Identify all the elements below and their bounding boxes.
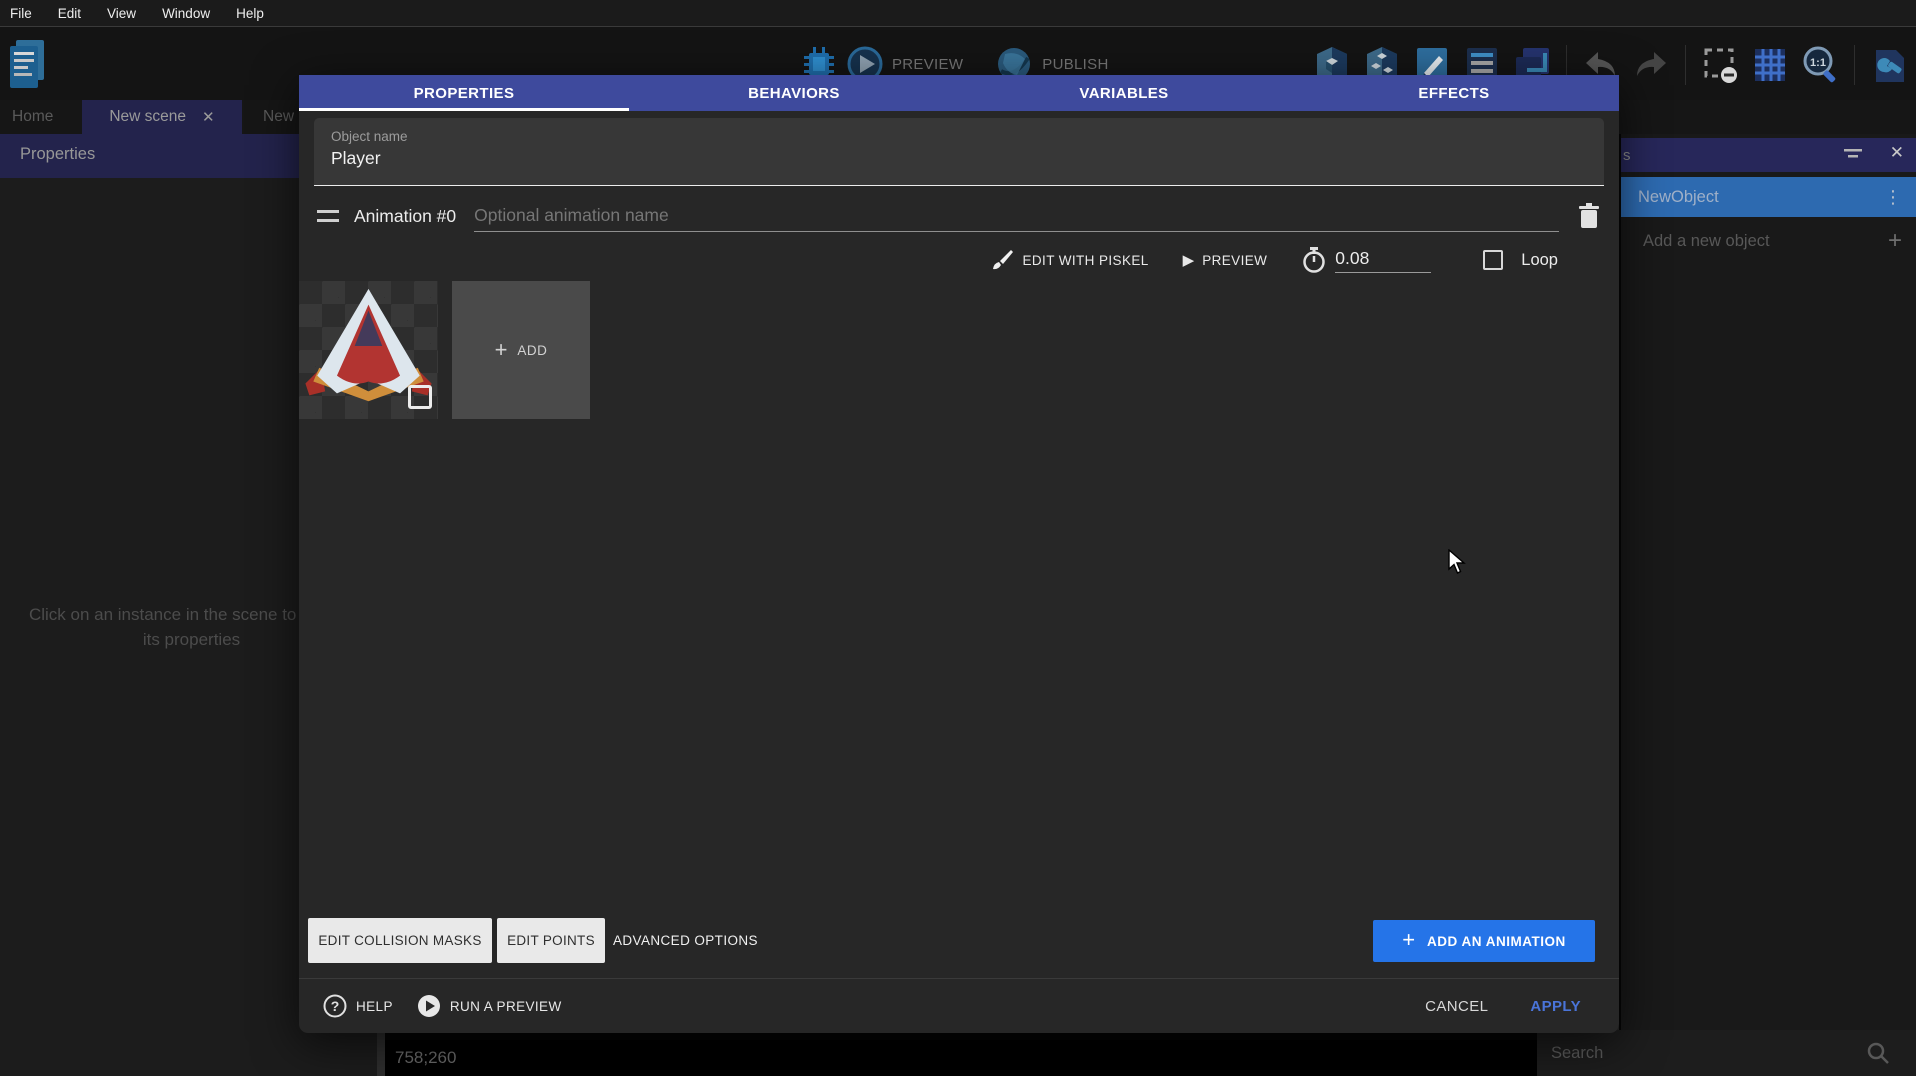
tab-home[interactable]: Home <box>12 100 53 134</box>
filter-icon[interactable] <box>1844 147 1862 163</box>
loop-label: Loop <box>1521 251 1558 270</box>
toolbar-separator <box>1685 45 1686 85</box>
grid-icon[interactable] <box>1751 44 1789 86</box>
mouse-cursor <box>1448 549 1466 575</box>
frame-select-checkbox[interactable] <box>408 385 432 409</box>
animation-name-input[interactable] <box>474 200 1559 232</box>
advanced-options-button[interactable]: ADVANCED OPTIONS <box>613 918 758 963</box>
menu-help[interactable]: Help <box>236 6 264 21</box>
animation-tools-row: EDIT WITH PISKEL ▶ PREVIEW Loop <box>299 238 1558 282</box>
edit-with-piskel-button[interactable]: EDIT WITH PISKEL <box>1022 253 1148 268</box>
cancel-button[interactable]: CANCEL <box>1425 998 1488 1015</box>
toolbar-separator <box>1854 45 1855 85</box>
run-preview-icon <box>417 994 441 1018</box>
menubar: File Edit View Window Help <box>0 0 1916 27</box>
objects-panel-title: s <box>1623 147 1631 164</box>
svg-text:?: ? <box>331 998 340 1014</box>
plus-icon: + <box>1402 927 1415 953</box>
statusbar: 758;260 <box>385 1040 1537 1076</box>
add-frame-label: ADD <box>517 343 547 358</box>
redo-icon[interactable] <box>1632 44 1670 86</box>
brush-icon <box>990 248 1014 272</box>
object-name-field[interactable]: Object name <box>314 118 1604 186</box>
objects-panel: s ✕ NewObject ⋮ Add a new object + <box>1621 134 1916 1076</box>
tab-variables[interactable]: VARIABLES <box>959 75 1289 111</box>
drag-handle-icon[interactable] <box>317 210 339 222</box>
stopwatch-icon <box>1301 246 1327 274</box>
sprite-frame-thumbnail[interactable] <box>299 281 438 419</box>
tab-new-scene-label: New scene <box>109 108 186 126</box>
time-between-frames-input[interactable] <box>1335 248 1431 273</box>
add-an-animation-button[interactable]: + ADD AN ANIMATION <box>1373 920 1595 962</box>
zoom-1-1-icon[interactable]: 1:1 <box>1801 44 1839 86</box>
tab-new-scene[interactable]: New scene ✕ <box>82 100 242 134</box>
add-object-row[interactable]: Add a new object + <box>1621 222 1916 260</box>
add-object-plus-icon[interactable]: + <box>1888 227 1902 255</box>
object-editor-dialog: PROPERTIES BEHAVIORS VARIABLES EFFECTS O… <box>299 75 1619 1033</box>
tab-effects[interactable]: EFFECTS <box>1289 75 1619 111</box>
publish-button[interactable]: PUBLISH <box>1042 56 1108 73</box>
dialog-footer: ? HELP RUN A PREVIEW CANCEL APPLY <box>299 978 1619 1033</box>
project-manager-icon[interactable] <box>8 38 46 90</box>
add-frame-button[interactable]: + ADD <box>452 281 590 419</box>
menu-view[interactable]: View <box>107 6 136 21</box>
menu-window[interactable]: Window <box>162 6 210 21</box>
object-list-item-selected[interactable]: NewObject ⋮ <box>1621 177 1916 217</box>
menu-file[interactable]: File <box>10 6 32 21</box>
objects-panel-header: s ✕ <box>1621 138 1916 172</box>
preview-play-glyph: ▶ <box>1183 251 1195 269</box>
preview-button[interactable]: PREVIEW <box>892 56 963 73</box>
svg-text:1:1: 1:1 <box>1810 57 1826 69</box>
gdevelop-window: File Edit View Window Help <box>0 0 1916 1076</box>
edit-collision-masks-button[interactable]: EDIT COLLISION MASKS <box>308 918 492 963</box>
panel-resize-gutter[interactable] <box>377 1033 385 1076</box>
tab-partial[interactable]: New <box>263 100 294 134</box>
apply-button[interactable]: APPLY <box>1530 998 1581 1015</box>
add-an-animation-label: ADD AN ANIMATION <box>1427 934 1566 949</box>
delete-animation-trash-icon[interactable] <box>1577 202 1601 230</box>
deselect-mask-icon[interactable] <box>1701 44 1739 86</box>
object-name-label: Object name <box>331 129 1604 144</box>
search-bar <box>1537 1030 1916 1076</box>
tab-properties[interactable]: PROPERTIES <box>299 75 629 111</box>
project-settings-wrench-icon[interactable] <box>1870 44 1908 86</box>
menu-edit[interactable]: Edit <box>58 6 81 21</box>
loop-checkbox[interactable] <box>1483 250 1503 270</box>
tab-behaviors[interactable]: BEHAVIORS <box>629 75 959 111</box>
dialog-tabbar: PROPERTIES BEHAVIORS VARIABLES EFFECTS <box>299 75 1619 111</box>
help-label: HELP <box>356 999 393 1014</box>
object-name: NewObject <box>1638 188 1719 207</box>
animation-title: Animation #0 <box>354 206 456 227</box>
help-button[interactable]: ? HELP <box>323 994 393 1018</box>
cursor-coordinates: 758;260 <box>395 1048 456 1068</box>
tab-close-icon[interactable]: ✕ <box>202 108 215 126</box>
run-a-preview-label: RUN A PREVIEW <box>450 999 562 1014</box>
plus-icon: + <box>495 337 508 363</box>
search-input[interactable] <box>1551 1038 1851 1068</box>
animation-header-row: Animation #0 <box>317 196 1601 236</box>
search-icon[interactable] <box>1866 1041 1890 1065</box>
objects-panel-close-icon[interactable]: ✕ <box>1890 143 1904 163</box>
add-object-label: Add a new object <box>1643 232 1770 251</box>
object-menu-icon[interactable]: ⋮ <box>1884 191 1902 204</box>
run-a-preview-button[interactable]: RUN A PREVIEW <box>417 994 562 1018</box>
object-name-input[interactable] <box>331 148 1581 169</box>
animation-preview-button[interactable]: PREVIEW <box>1202 253 1267 268</box>
help-icon: ? <box>323 994 347 1018</box>
edit-points-button[interactable]: EDIT POINTS <box>497 918 605 963</box>
